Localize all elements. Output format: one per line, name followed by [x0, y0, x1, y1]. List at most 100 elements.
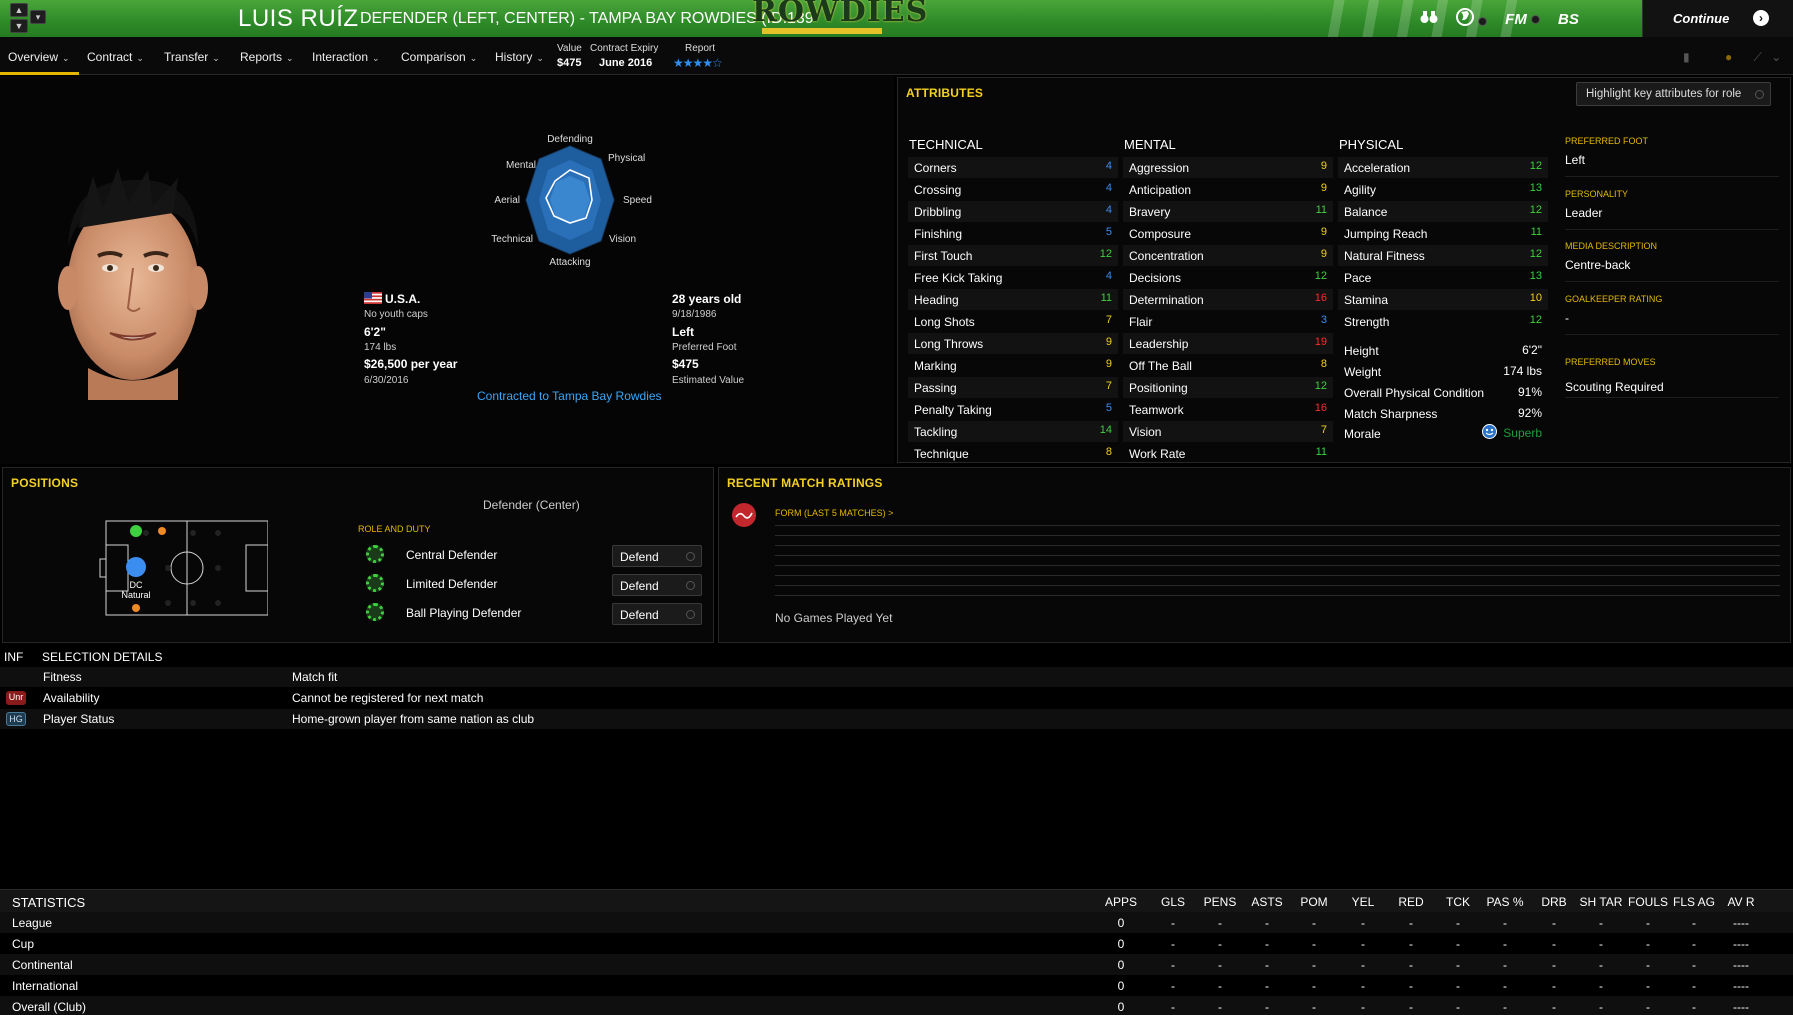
- role-name[interactable]: Ball Playing Defender: [406, 606, 521, 620]
- attribute-row[interactable]: Strength 12: [1338, 311, 1548, 332]
- selection-row[interactable]: Fitness Match fit: [0, 667, 1793, 687]
- attribute-row[interactable]: Technique 8: [908, 443, 1118, 464]
- attribute-value: 4: [1105, 182, 1112, 194]
- stat-row[interactable]: Cup 0- - - - - - - - - - - - ----: [0, 933, 1793, 954]
- attribute-row[interactable]: Pace 13: [1338, 267, 1548, 288]
- chevron-down-icon[interactable]: ⌄: [1771, 50, 1781, 64]
- stat-column-header[interactable]: GLS: [1146, 895, 1200, 909]
- attribute-value: 9: [1320, 226, 1327, 238]
- stat-row[interactable]: League 0- - - - - - - - - - - - ----: [0, 912, 1793, 933]
- match-ratings-title: RECENT MATCH RATINGS: [727, 476, 883, 490]
- attribute-row[interactable]: Penalty Taking 5: [908, 399, 1118, 420]
- stat-row[interactable]: International 0- - - - - - - - - - - - ----: [0, 975, 1793, 996]
- lock-icon[interactable]: ▮: [1683, 50, 1690, 64]
- attribute-name: Crossing: [914, 183, 962, 197]
- selection-value: Match fit: [292, 670, 338, 684]
- attribute-row[interactable]: Agility 13: [1338, 179, 1548, 200]
- attribute-row[interactable]: Bravery 11: [1123, 201, 1333, 222]
- menu-transfer[interactable]: Transfer ⌄: [164, 50, 220, 64]
- attribute-row[interactable]: Concentration 9: [1123, 245, 1333, 266]
- selection-row[interactable]: Unr Availability Cannot be registered for …: [0, 688, 1793, 708]
- attribute-row[interactable]: Off The Ball 8: [1123, 355, 1333, 376]
- stat-column-header[interactable]: DRB: [1527, 895, 1581, 909]
- attribute-row[interactable]: Anticipation 9: [1123, 179, 1333, 200]
- attribute-row[interactable]: Crossing 4: [908, 179, 1118, 200]
- stat-column-header[interactable]: APPS: [1094, 895, 1148, 909]
- nav-dropdown-icon[interactable]: ▾: [30, 10, 46, 24]
- age-value: 28 years old: [672, 292, 742, 306]
- attribute-row[interactable]: Teamwork 16: [1123, 399, 1333, 420]
- duty-select[interactable]: Defend: [612, 545, 702, 567]
- attribute-row[interactable]: Determination 16: [1123, 289, 1333, 310]
- stat-column-header[interactable]: TCK: [1431, 895, 1485, 909]
- stat-column-header[interactable]: FLS AG: [1667, 895, 1721, 909]
- attribute-row[interactable]: Jumping Reach 11: [1338, 223, 1548, 244]
- bs-icon[interactable]: BS: [1558, 11, 1579, 28]
- attribute-name: Heading: [914, 293, 959, 307]
- continue-button[interactable]: Continue ›: [1642, 0, 1793, 37]
- menu-comparison[interactable]: Comparison ⌄: [401, 50, 477, 64]
- attribute-row[interactable]: Natural Fitness 12: [1338, 245, 1548, 266]
- selection-row[interactable]: HG Player Status Home-grown player from sa…: [0, 709, 1793, 729]
- attribute-row[interactable]: Passing 7: [908, 377, 1118, 398]
- attribute-row[interactable]: Dribbling 4: [908, 201, 1118, 222]
- menu-history[interactable]: History ⌄: [495, 50, 544, 64]
- attribute-row[interactable]: Marking 9: [908, 355, 1118, 376]
- report-stars[interactable]: ★★★★☆: [673, 56, 723, 70]
- attribute-row[interactable]: Finishing 5: [908, 223, 1118, 244]
- attribute-row[interactable]: First Touch 12: [908, 245, 1118, 266]
- attribute-row[interactable]: Balance 12: [1338, 201, 1548, 222]
- duty-select[interactable]: Defend: [612, 603, 702, 625]
- attribute-value: 11: [1315, 446, 1327, 458]
- stat-cell: -: [1692, 958, 1696, 972]
- attribute-row[interactable]: Vision 7: [1123, 421, 1333, 442]
- nav-up-icon[interactable]: ▲: [10, 3, 28, 17]
- attribute-row[interactable]: Aggression 9: [1123, 157, 1333, 178]
- form-link[interactable]: FORM (LAST 5 MATCHES) >: [775, 508, 893, 518]
- stat-column-header[interactable]: POM: [1287, 895, 1341, 909]
- menu-reports[interactable]: Reports ⌄: [240, 50, 294, 64]
- menu-contract[interactable]: Contract ⌄: [87, 50, 144, 64]
- status-dot-icon[interactable]: ●: [1725, 50, 1732, 64]
- attribute-row[interactable]: Long Shots 7: [908, 311, 1118, 332]
- menu-overview[interactable]: Overview ⌄: [8, 50, 70, 64]
- attribute-row[interactable]: Free Kick Taking 4: [908, 267, 1118, 288]
- attribute-row[interactable]: Composure 9: [1123, 223, 1333, 244]
- fm-icon-text: FM: [1505, 10, 1527, 28]
- edit-icon[interactable]: ⟋: [1754, 50, 1762, 64]
- contracted-club-link[interactable]: Contracted to Tampa Bay Rowdies: [477, 389, 662, 403]
- attribute-row[interactable]: Long Throws 9: [908, 333, 1118, 354]
- attribute-row[interactable]: Acceleration 12: [1338, 157, 1548, 178]
- role-name[interactable]: Limited Defender: [406, 577, 497, 591]
- attribute-row[interactable]: Flair 3: [1123, 311, 1333, 332]
- stat-row[interactable]: Overall (Club) 0- - - - - - - - - - - - ----: [0, 996, 1793, 1015]
- attribute-row[interactable]: Heading 11: [908, 289, 1118, 310]
- stat-column-header[interactable]: SH TAR: [1574, 895, 1628, 909]
- attribute-row[interactable]: Work Rate 11: [1123, 443, 1333, 464]
- date-of-birth: 9/18/1986: [672, 309, 717, 320]
- attribute-row[interactable]: Corners 4: [908, 157, 1118, 178]
- attribute-row[interactable]: Tackling 14: [908, 421, 1118, 442]
- menu-interaction[interactable]: Interaction ⌄: [312, 50, 380, 64]
- role-suitability-icon: [366, 603, 384, 621]
- stat-column-header[interactable]: YEL: [1336, 895, 1390, 909]
- stat-column-header[interactable]: ASTS: [1240, 895, 1294, 909]
- attribute-row[interactable]: Decisions 12: [1123, 267, 1333, 288]
- attribute-row[interactable]: Leadership 19: [1123, 333, 1333, 354]
- stat-row[interactable]: Continental 0- - - - - - - - - - - - ----: [0, 954, 1793, 975]
- attribute-row[interactable]: Positioning 12: [1123, 377, 1333, 398]
- nav-down-icon[interactable]: ▼: [10, 19, 28, 33]
- attribute-name: Technique: [914, 447, 969, 461]
- stat-column-header[interactable]: PAS %: [1478, 895, 1532, 909]
- duty-select[interactable]: Defend: [612, 574, 702, 596]
- fm-icon[interactable]: FM: [1505, 10, 1541, 28]
- highlight-key-attributes-button[interactable]: Highlight key attributes for role: [1576, 82, 1771, 106]
- physical-info-name: Height: [1344, 344, 1379, 358]
- stat-column-header[interactable]: RED: [1384, 895, 1438, 909]
- attribute-row[interactable]: Stamina 10: [1338, 289, 1548, 310]
- role-name[interactable]: Central Defender: [406, 548, 497, 562]
- stat-column-header[interactable]: AV R: [1714, 895, 1768, 909]
- globe-icon[interactable]: [1456, 8, 1488, 30]
- stat-column-header[interactable]: PENS: [1193, 895, 1247, 909]
- binoculars-icon[interactable]: [1420, 10, 1438, 28]
